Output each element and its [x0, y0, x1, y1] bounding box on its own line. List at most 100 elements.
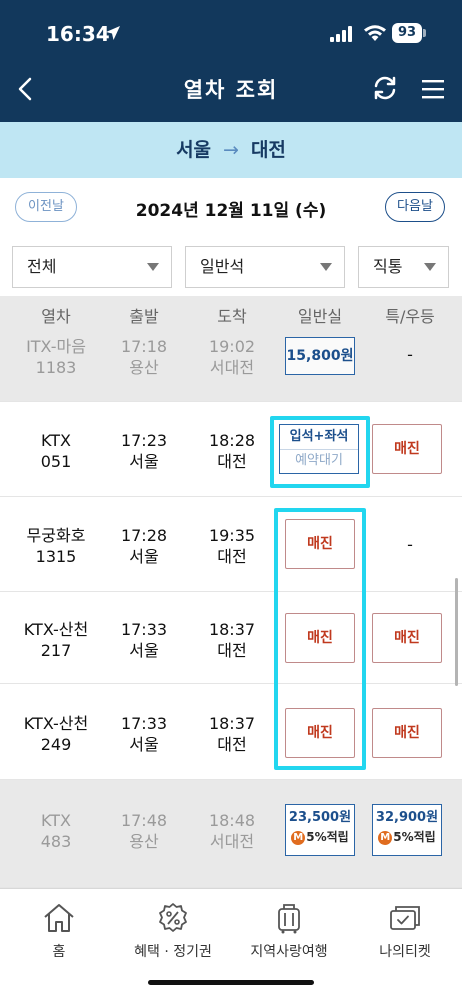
standing-seat-standby-button[interactable]: 입석+좌석 예약대기	[279, 424, 359, 474]
special-sold-out-button[interactable]: 매진	[372, 613, 442, 663]
arrive-cell: 18:48 서대전	[188, 810, 276, 852]
train-row[interactable]: KTX 483 17:48 용산 18:48 서대전 23,500원 M 5%적립…	[0, 780, 462, 888]
tab-label: 혜택 · 정기권	[134, 944, 212, 960]
arrive-time: 18:28	[208, 431, 256, 450]
tab-label: 나의티켓	[379, 944, 431, 960]
tab-local-travel[interactable]: 지역사랑여행	[234, 901, 344, 961]
seat-class-value: 일반석	[200, 257, 245, 276]
home-indicator[interactable]	[148, 980, 314, 985]
special-price: 32,900원	[375, 810, 439, 825]
refresh-icon[interactable]	[371, 74, 399, 102]
train-name-cell: KTX-산천 249	[12, 713, 100, 755]
tab-benefits[interactable]: 혜택 · 정기권	[118, 901, 228, 961]
date-bar: 이전날 2024년 12월 11일 (수) 다음날	[0, 178, 462, 238]
tab-my-tickets[interactable]: 나의티켓	[350, 901, 460, 961]
depart-time: 17:33	[120, 714, 168, 733]
train-row[interactable]: KTX-산천 249 17:33 서울 18:37 대전 매진 매진	[0, 684, 462, 780]
special-sold-out-button[interactable]: 매진	[372, 708, 442, 758]
prev-day-button[interactable]: 이전날	[15, 192, 77, 222]
wifi-icon	[364, 25, 386, 41]
route-to: 대전	[250, 139, 286, 161]
arrive-cell: 19:35 대전	[188, 525, 276, 567]
tab-label: 홈	[52, 944, 66, 960]
train-name: KTX	[41, 811, 71, 830]
next-day-button[interactable]: 다음날	[385, 192, 445, 222]
chevron-down-icon	[147, 263, 159, 271]
train-row[interactable]: KTX 051 17:23 서울 18:28 대전 입석+좌석 예약대기 매진	[0, 402, 462, 497]
arrive-cell: 18:28 대전	[188, 430, 276, 472]
special-sold-out-button[interactable]: 매진	[372, 424, 442, 474]
route-bar: 서울 → 대전	[0, 122, 462, 178]
train-type-value: 전체	[27, 257, 57, 276]
train-row[interactable]: KTX-산천 217 17:33 서울 18:37 대전 매진 매진	[0, 592, 462, 684]
points-label: M 5%적립	[373, 827, 441, 847]
special-unavailable: -	[407, 345, 413, 364]
general-price-button[interactable]: 15,800원	[285, 337, 355, 375]
train-name-cell: KTX-산천 217	[12, 619, 100, 661]
home-icon	[44, 904, 74, 932]
app-header: 16:34 93 열차 조회	[0, 0, 462, 122]
arrive-station: 대전	[217, 452, 247, 471]
standing-seat-label: 입석+좌석	[280, 425, 358, 450]
route-arrow: →	[223, 139, 239, 161]
train-row[interactable]: ITX-마음 1183 17:18 용산 19:02 서대전 15,800원 -	[0, 330, 462, 402]
arrive-station: 대전	[217, 735, 247, 754]
train-number: 217	[40, 641, 72, 660]
train-name-cell: KTX 483	[12, 810, 100, 852]
depart-station: 서울	[129, 547, 159, 566]
route-type-select[interactable]: 직통	[358, 246, 449, 288]
train-number: 249	[40, 735, 72, 754]
column-header-general: 일반실	[297, 307, 343, 326]
depart-station: 서울	[129, 735, 159, 754]
arrive-time: 18:48	[208, 811, 256, 830]
points-rate: 5%적립	[393, 830, 436, 844]
route-from: 서울	[176, 139, 212, 161]
route-type-value: 직통	[373, 257, 403, 276]
points-rate: 5%적립	[306, 830, 349, 844]
arrive-station: 대전	[217, 641, 247, 660]
general-sold-out-button[interactable]: 매진	[285, 519, 355, 569]
arrive-station: 서대전	[209, 832, 255, 851]
filter-bar: 전체 일반석 직통	[0, 238, 462, 296]
arrive-station: 서대전	[209, 358, 255, 377]
column-header-depart: 출발	[129, 307, 159, 326]
hamburger-menu-icon[interactable]	[420, 76, 446, 102]
train-name-cell: KTX 051	[12, 430, 100, 472]
depart-cell: 17:23 서울	[100, 430, 188, 472]
depart-time: 17:28	[120, 526, 168, 545]
chevron-down-icon	[320, 263, 332, 271]
ticket-icon	[390, 906, 420, 930]
points-label: M 5%적립	[286, 827, 354, 847]
tab-home[interactable]: 홈	[4, 901, 114, 961]
selected-date: 2024년 12월 11일 (수)	[135, 201, 327, 221]
arrive-time: 19:35	[208, 526, 256, 545]
general-sold-out-button[interactable]: 매진	[285, 708, 355, 758]
train-number: 1315	[35, 547, 77, 566]
scrollbar[interactable]	[455, 578, 458, 686]
arrive-cell: 18:37 대전	[188, 619, 276, 661]
special-price-button[interactable]: 32,900원 M 5%적립	[372, 804, 442, 856]
arrive-cell: 19:02 서대전	[188, 336, 276, 378]
general-price: 23,500원	[288, 810, 352, 825]
train-number: 051	[40, 452, 72, 471]
status-time: 16:34	[46, 22, 110, 46]
depart-time: 17:48	[120, 811, 168, 830]
depart-time: 17:18	[120, 337, 168, 356]
tab-label: 지역사랑여행	[250, 944, 328, 960]
train-name: KTX-산천	[23, 714, 89, 733]
column-header-special: 특/우등	[385, 307, 435, 326]
luggage-icon	[278, 904, 300, 934]
depart-cell: 17:28 서울	[100, 525, 188, 567]
train-name: ITX-마음	[26, 337, 86, 356]
battery-indicator: 93	[392, 23, 422, 43]
general-price-button[interactable]: 23,500원 M 5%적립	[285, 804, 355, 856]
column-header-train: 열차	[41, 307, 71, 326]
depart-time: 17:23	[120, 431, 168, 450]
train-row[interactable]: 무궁화호 1315 17:28 서울 19:35 대전 매진 -	[0, 497, 462, 592]
general-sold-out-button[interactable]: 매진	[285, 613, 355, 663]
seat-class-select[interactable]: 일반석	[185, 246, 345, 288]
train-type-select[interactable]: 전체	[12, 246, 172, 288]
cellular-signal-icon	[330, 26, 352, 42]
arrive-station: 대전	[217, 547, 247, 566]
arrive-time: 19:02	[208, 337, 256, 356]
